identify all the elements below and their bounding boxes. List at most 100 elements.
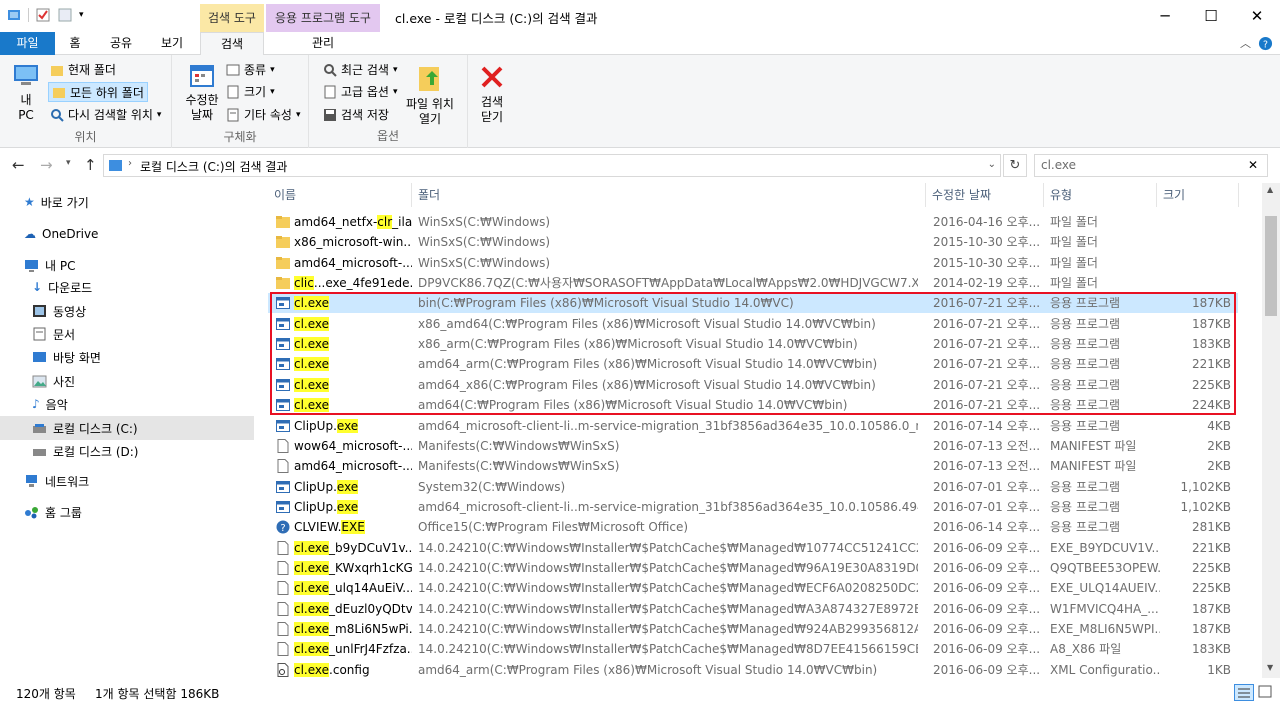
table-row[interactable]: cl.exe.config amd64_arm(C:₩Program Files …: [268, 660, 1238, 678]
save-search-button[interactable]: 검색 저장: [323, 106, 389, 123]
nav-label: 홈 그룹: [45, 505, 82, 520]
checkmark-icon[interactable]: [35, 7, 51, 23]
nav-label: OneDrive: [42, 227, 99, 241]
nav-label: 문서: [53, 327, 76, 342]
current-folder-label: 현재 폴더: [68, 63, 116, 77]
match-highlight: clic: [294, 276, 314, 291]
this-pc-button[interactable]: 내 PC: [8, 63, 44, 123]
kind-button[interactable]: 종류 ▾: [226, 61, 275, 78]
table-row[interactable]: wow64_microsoft-... Manifests(C:₩Windows₩…: [268, 436, 1238, 456]
nav-label: 사진: [53, 374, 76, 389]
tab-search[interactable]: 검색: [200, 32, 264, 56]
date-cell: 2015-10-30 오후...: [933, 235, 1041, 250]
tab-manage[interactable]: 관리: [266, 32, 380, 55]
nav-pictures[interactable]: 사진: [32, 370, 75, 392]
type-cell: 파일 폴더: [1050, 276, 1098, 291]
customize-qat-icon[interactable]: ▾: [79, 10, 84, 20]
scrollbar-thumb[interactable]: [1265, 216, 1277, 316]
tab-file[interactable]: 파일: [0, 32, 55, 55]
search-again-button[interactable]: 다시 검색할 위치 ▾: [50, 106, 161, 123]
back-arrow-icon[interactable]: ←: [12, 156, 25, 174]
minimize-button[interactable]: ─: [1142, 0, 1188, 32]
table-row[interactable]: amd64_microsoft-... Manifests(C:₩Windows₩…: [268, 456, 1238, 476]
search-input[interactable]: cl.exe: [1034, 154, 1268, 177]
nav-label: 내 PC: [45, 258, 76, 273]
date-cell: 2016-04-16 오후...: [933, 215, 1041, 229]
recent-locations-icon[interactable]: ▾: [66, 158, 71, 168]
name-part: _KWxqrh1cKG...: [329, 560, 412, 575]
tab-view[interactable]: 보기: [150, 32, 194, 55]
nav-quick-access[interactable]: ★ 바로 가기: [24, 191, 89, 213]
table-row[interactable]: clic...exe_4fe91ede... DP9VCK86.7QZ(C:₩사용…: [268, 273, 1238, 293]
forward-arrow-icon[interactable]: →: [40, 156, 53, 174]
nav-downloads[interactable]: ↓ 다운로드: [32, 276, 92, 298]
nav-videos[interactable]: 동영상: [32, 300, 86, 322]
close-button[interactable]: ✕: [1234, 0, 1280, 32]
nav-c-drive[interactable]: 로컬 디스크 (C:): [0, 416, 254, 440]
table-row[interactable]: ? CLVIEW.EXE Office15(C:₩Program Files₩Mic…: [268, 517, 1238, 537]
nav-desktop[interactable]: 바탕 화면: [32, 346, 101, 368]
large-icons-view-button[interactable]: [1257, 684, 1275, 701]
scroll-up-icon[interactable]: ▲: [1267, 185, 1273, 194]
column-name[interactable]: 이름: [268, 183, 412, 207]
table-row[interactable]: cl.exe_unlFrJ4Fzfza... 14.0.24210(C:₩Wind…: [268, 639, 1238, 659]
nav-label: 음악: [45, 397, 68, 412]
nav-documents[interactable]: 문서: [32, 323, 75, 345]
tab-home[interactable]: 홈: [58, 32, 92, 55]
help-icon[interactable]: ?: [1258, 36, 1273, 51]
table-row[interactable]: cl.exe_b9yDCuV1v... 14.0.24210(C:₩Windows…: [268, 538, 1238, 558]
quick-access-toolbar: ▾: [6, 7, 84, 23]
table-row[interactable]: amd64_microsoft-... WinSxS(C:₩Windows) 201…: [268, 253, 1238, 273]
column-folder[interactable]: 폴더: [412, 183, 926, 207]
star-icon: ★: [24, 195, 35, 209]
table-row[interactable]: cl.exe_m8Li6N5wPi... 14.0.24210(C:₩Window…: [268, 619, 1238, 639]
folder-cell: 14.0.24210(C:₩Windows₩Installer₩$PatchCa…: [418, 622, 918, 636]
table-row[interactable]: cl.exe_ulq14AuEiV... 14.0.24210(C:₩Window…: [268, 578, 1238, 598]
recent-searches-button[interactable]: 최근 검색 ▾: [323, 61, 398, 78]
date-cell: 2016-06-09 오후...: [933, 540, 1041, 555]
properties-icon[interactable]: [6, 7, 22, 23]
svg-text:?: ?: [1263, 39, 1268, 50]
advanced-options-button[interactable]: 고급 옵션 ▾: [323, 83, 398, 100]
scroll-down-icon[interactable]: ▼: [1267, 663, 1273, 672]
table-row[interactable]: cl.exe_KWxqrh1cKG... 14.0.24210(C:₩Window…: [268, 558, 1238, 578]
table-row[interactable]: x86_microsoft-win... WinSxS(C:₩Windows) 20…: [268, 232, 1238, 252]
all-subfolders-button[interactable]: 모든 하위 폴더: [48, 82, 148, 102]
size-button[interactable]: 크기 ▾: [226, 83, 275, 100]
date-modified-button[interactable]: 수정한 날짜: [182, 63, 222, 123]
open-file-location-button[interactable]: 파일 위치 열기: [403, 63, 457, 127]
nav-music[interactable]: ♪ 음악: [32, 393, 68, 415]
address-box[interactable]: › 로컬 디스크 (C:)의 검색 결과 ⌄: [103, 154, 1001, 177]
details-view-button[interactable]: [1234, 684, 1254, 701]
nav-network[interactable]: 네트워크: [24, 470, 89, 492]
collapse-ribbon-icon[interactable]: ︿: [1240, 35, 1251, 51]
type-cell: EXE_B9YDCUV1V...: [1050, 540, 1160, 555]
nav-this-pc[interactable]: 내 PC: [24, 254, 75, 276]
close-search-button[interactable]: 검색 닫기: [476, 63, 508, 125]
current-folder-button[interactable]: 현재 폴더: [50, 61, 116, 78]
table-row[interactable]: cl.exe_dEuzl0yQDtv... 14.0.24210(C:₩Windo…: [268, 599, 1238, 619]
column-type[interactable]: 유형: [1044, 183, 1157, 207]
column-size[interactable]: 크기: [1157, 183, 1239, 207]
table-row[interactable]: ClipUp.exe System32(C:₩Windows) 2016-07-01…: [268, 477, 1238, 497]
clear-search-icon[interactable]: ✕: [1248, 158, 1258, 172]
nav-label: 다운로드: [48, 280, 93, 295]
size-cell: 225KB: [1191, 560, 1231, 575]
file-name: x86_microsoft-win...: [294, 232, 412, 252]
nav-onedrive[interactable]: ☁ OneDrive: [24, 223, 98, 245]
tab-share[interactable]: 공유: [100, 32, 142, 55]
table-row[interactable]: ClipUp.exe amd64_microsoft-client-li..m-s…: [268, 416, 1238, 436]
table-row[interactable]: amd64_netfx-clr_ila... WinSxS(C:₩Windows)…: [268, 212, 1238, 232]
column-date[interactable]: 수정한 날짜: [926, 183, 1044, 207]
new-folder-icon[interactable]: [57, 7, 73, 23]
size-cell: 2KB: [1207, 459, 1231, 474]
refresh-button[interactable]: ↻: [1003, 154, 1027, 177]
table-row[interactable]: ClipUp.exe amd64_microsoft-client-li..m-s…: [268, 497, 1238, 517]
other-props-button[interactable]: 기타 속성 ▾: [226, 106, 301, 123]
nav-homegroup[interactable]: 홈 그룹: [24, 501, 82, 523]
nav-d-drive[interactable]: 로컬 디스크 (D:): [32, 440, 138, 462]
up-arrow-icon[interactable]: ↑: [84, 156, 97, 174]
address-dropdown-icon[interactable]: ⌄: [988, 159, 996, 170]
breadcrumb[interactable]: 로컬 디스크 (C:)의 검색 결과: [140, 158, 287, 175]
maximize-button[interactable]: ☐: [1188, 0, 1234, 32]
